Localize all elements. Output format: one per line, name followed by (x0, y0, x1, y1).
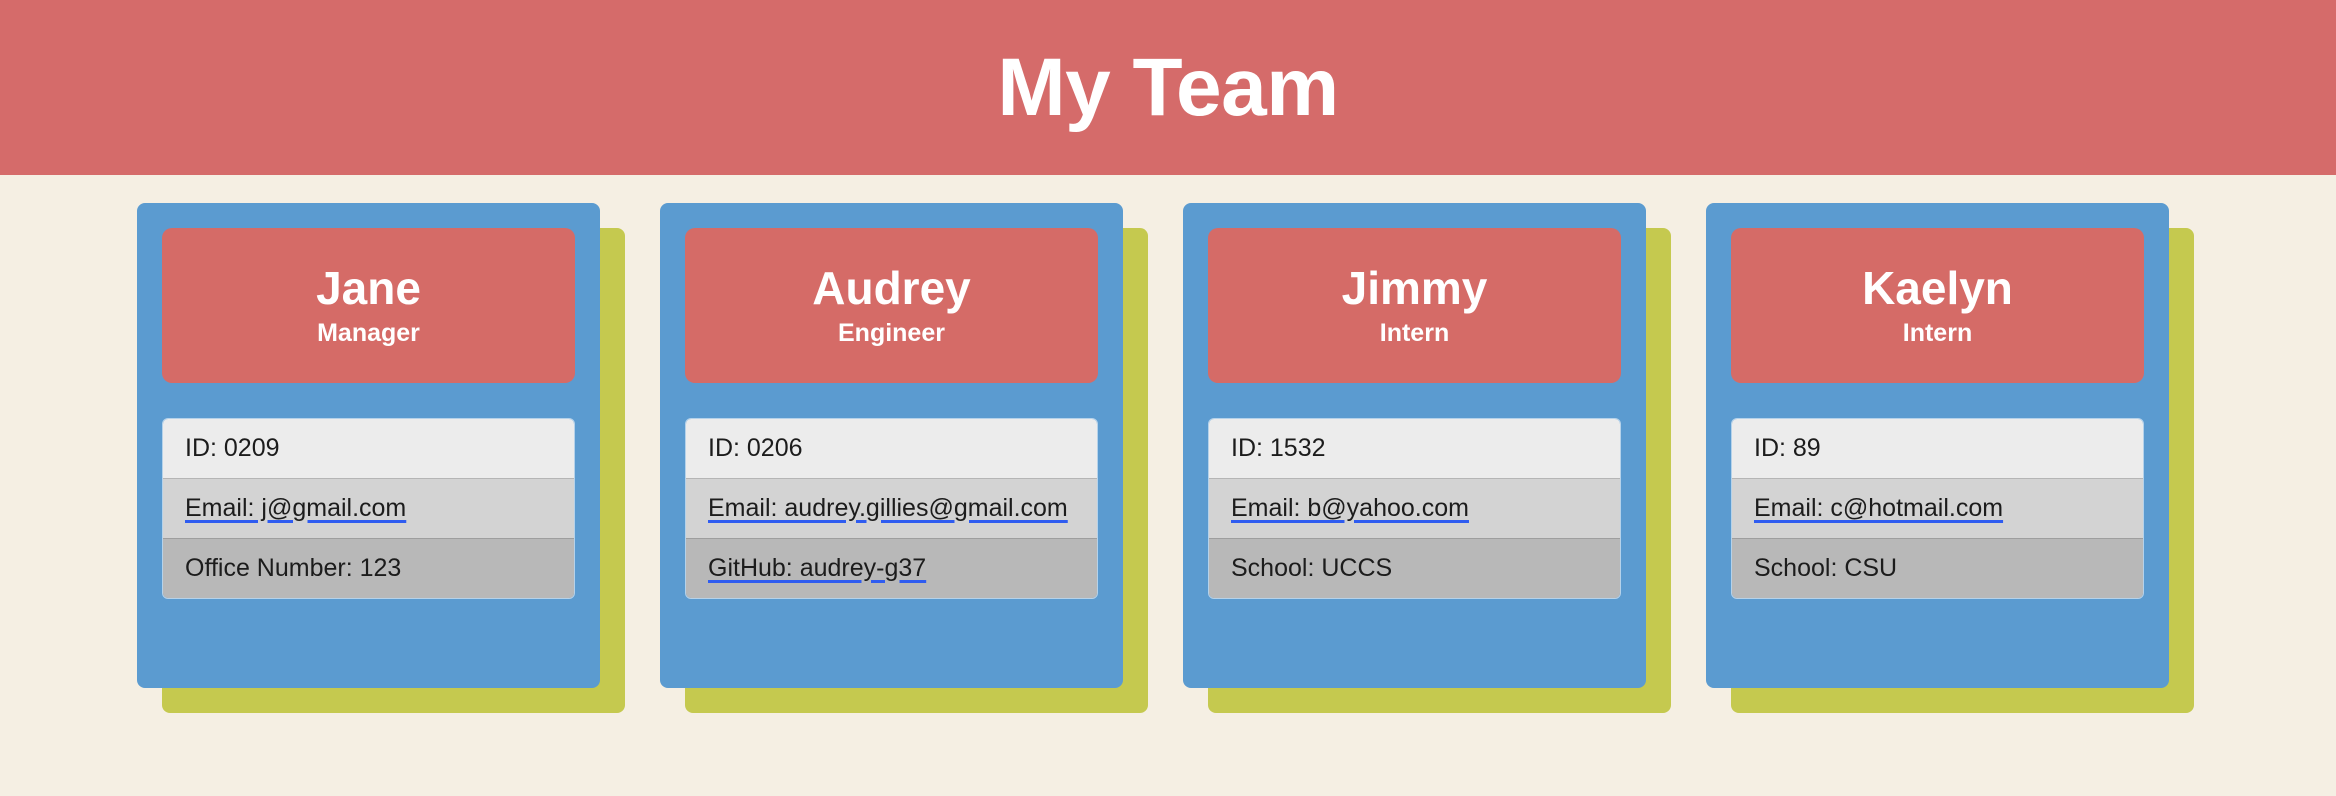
card-header: Jimmy Intern (1208, 228, 1621, 383)
page-header: My Team (0, 0, 2336, 175)
detail-item-email-link[interactable]: Email: audrey.gillies@gmail.com (686, 478, 1097, 538)
detail-item-github-link[interactable]: GitHub: audrey-g37 (686, 538, 1097, 598)
member-detail-list: ID: 0209 Email: j@gmail.com Office Numbe… (162, 418, 575, 599)
detail-item-id: ID: 0209 (163, 419, 574, 478)
team-member-card-wrapper: Kaelyn Intern ID: 89 Email: c@hotmail.co… (1706, 203, 2194, 713)
detail-item-id: ID: 89 (1732, 419, 2143, 478)
member-name: Kaelyn (1862, 261, 2013, 314)
team-member-card[interactable]: Jane Manager ID: 0209 Email: j@gmail.com… (137, 203, 600, 688)
detail-item-office-number: Office Number: 123 (163, 538, 574, 598)
card-header: Jane Manager (162, 228, 575, 383)
team-member-card[interactable]: Jimmy Intern ID: 1532 Email: b@yahoo.com… (1183, 203, 1646, 688)
detail-item-school: School: CSU (1732, 538, 2143, 598)
team-member-card-wrapper: Jimmy Intern ID: 1532 Email: b@yahoo.com… (1183, 203, 1671, 713)
card-header: Audrey Engineer (685, 228, 1098, 383)
member-role: Intern (1902, 318, 1973, 347)
member-detail-list: ID: 89 Email: c@hotmail.com School: CSU (1731, 418, 2144, 599)
team-member-card-wrapper: Audrey Engineer ID: 0206 Email: audrey.g… (660, 203, 1148, 713)
card-header: Kaelyn Intern (1731, 228, 2144, 383)
member-role: Intern (1379, 318, 1450, 347)
page-title: My Team (997, 41, 1339, 133)
team-member-card-wrapper: Jane Manager ID: 0209 Email: j@gmail.com… (137, 203, 625, 713)
member-role: Manager (317, 318, 420, 347)
team-member-card[interactable]: Kaelyn Intern ID: 89 Email: c@hotmail.co… (1706, 203, 2169, 688)
team-board: Jane Manager ID: 0209 Email: j@gmail.com… (0, 175, 2336, 713)
detail-item-id: ID: 1532 (1209, 419, 1620, 478)
detail-item-email-link[interactable]: Email: b@yahoo.com (1209, 478, 1620, 538)
member-role: Engineer (838, 318, 945, 347)
member-name: Jimmy (1341, 261, 1488, 314)
team-member-card[interactable]: Audrey Engineer ID: 0206 Email: audrey.g… (660, 203, 1123, 688)
member-detail-list: ID: 1532 Email: b@yahoo.com School: UCCS (1208, 418, 1621, 599)
member-name: Audrey (812, 261, 971, 314)
member-name: Jane (316, 261, 421, 314)
detail-item-email-link[interactable]: Email: c@hotmail.com (1732, 478, 2143, 538)
detail-item-id: ID: 0206 (686, 419, 1097, 478)
detail-item-email-link[interactable]: Email: j@gmail.com (163, 478, 574, 538)
member-detail-list: ID: 0206 Email: audrey.gillies@gmail.com… (685, 418, 1098, 599)
detail-item-school: School: UCCS (1209, 538, 1620, 598)
